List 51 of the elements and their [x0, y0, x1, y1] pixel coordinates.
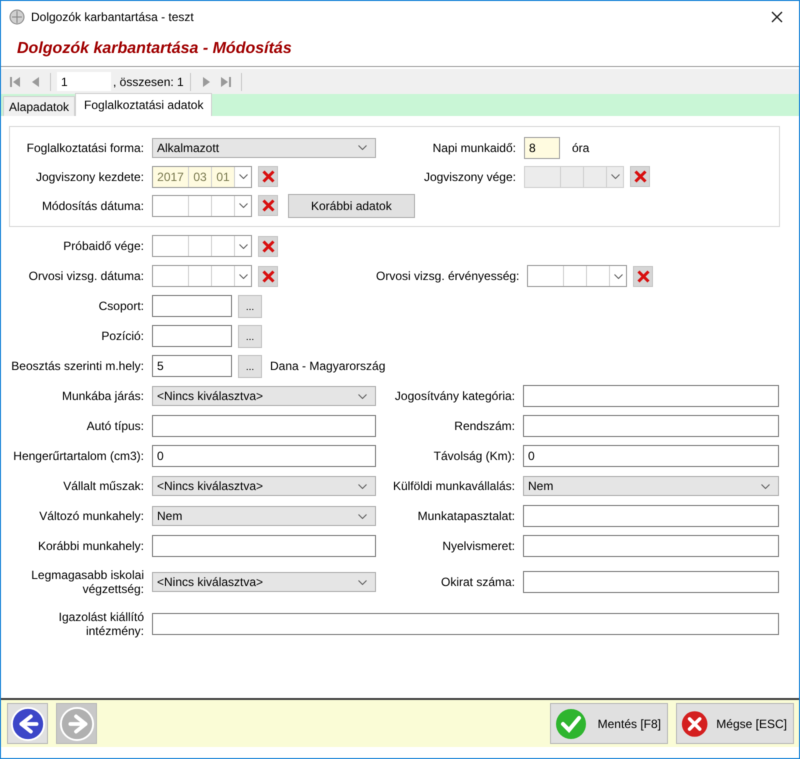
text-field[interactable]: 5 [152, 355, 232, 377]
browse-button[interactable]: ... [238, 324, 262, 348]
browse-button[interactable]: ... [238, 294, 262, 318]
position-field[interactable]: 1 [57, 72, 111, 91]
field-label: Munkatapasztalat: [416, 509, 516, 523]
field-label: Pozíció: [100, 329, 144, 343]
number-field[interactable]: 8 [524, 136, 560, 158]
field-label: Autó típus: [86, 419, 144, 433]
field-label: Rendszám: [453, 419, 516, 433]
text-field[interactable]: 0 [523, 445, 779, 467]
field-label: Igazolást kiállító intézmény: [58, 610, 144, 638]
field-label: Külföldi munkavállalás: [392, 479, 516, 493]
field-label: Okirat száma: [440, 575, 516, 589]
field-label: Beosztás szerinti m.hely: [10, 359, 144, 373]
text-field[interactable]: 0 [152, 445, 376, 467]
dropdown[interactable]: Nem [152, 506, 376, 526]
field-label: Legmagasabb iskolai végzettség: [30, 568, 144, 596]
tab[interactable]: Foglalkoztatási adatok [75, 93, 212, 116]
field-label: Munkába járás: [60, 389, 144, 403]
window-title: Dolgozók karbantartása - teszt [31, 10, 194, 24]
field-label: Napi munkaidő: [432, 140, 517, 154]
record-count: , összesen: 1 [113, 74, 184, 88]
dropdown[interactable]: <Nincs kiválasztva> [152, 476, 376, 496]
field-label: Változó munkahely: [38, 509, 144, 523]
dropdown[interactable]: Alkalmazott [152, 138, 376, 158]
unit-label: óra [572, 140, 590, 154]
browse-button[interactable]: ... [238, 354, 262, 378]
dropdown[interactable]: Nem [523, 476, 779, 496]
history-button[interactable]: Korábbi adatok [288, 194, 415, 218]
field-label: Nyelvismeret: [441, 539, 516, 553]
field-label: Korábbi munkahely: [36, 539, 144, 553]
cancel-button[interactable]: Mégse [ESC] [676, 703, 794, 744]
save-button[interactable]: Mentés [F8] [550, 703, 668, 744]
dropdown[interactable]: <Nincs kiválasztva> [152, 386, 376, 406]
field-label: Távolság (Km): [432, 449, 516, 463]
field-label: Hengerűrtartalom (cm3): [12, 449, 144, 463]
field-label: Jogviszony vége: [422, 170, 517, 184]
field-label: Csoport: [98, 299, 144, 313]
field-label: Orvosi vizsg. dátuma: [28, 269, 144, 283]
tab[interactable]: Alapadatok [3, 96, 76, 116]
form-title: Dolgozók karbantartása - Módosítás [17, 40, 292, 58]
date-field[interactable]: 2017 03 01 [152, 166, 252, 188]
location-name: Dana - Magyarország [270, 359, 386, 373]
field-label: Orvosi vizsg. érvényesség: [376, 269, 520, 283]
dropdown[interactable]: <Nincs kiválasztva> [152, 572, 376, 592]
field-label: Próbaidő vége: [62, 239, 144, 253]
field-label: Módosítás dátuma: [40, 198, 144, 212]
field-label: Jogviszony kezdete: [34, 170, 144, 184]
field-label: Foglalkoztatási forma: [26, 140, 144, 154]
field-label: Jogosítvány kategória: [394, 389, 516, 403]
field-label: Vállalt műszak: [62, 479, 144, 493]
